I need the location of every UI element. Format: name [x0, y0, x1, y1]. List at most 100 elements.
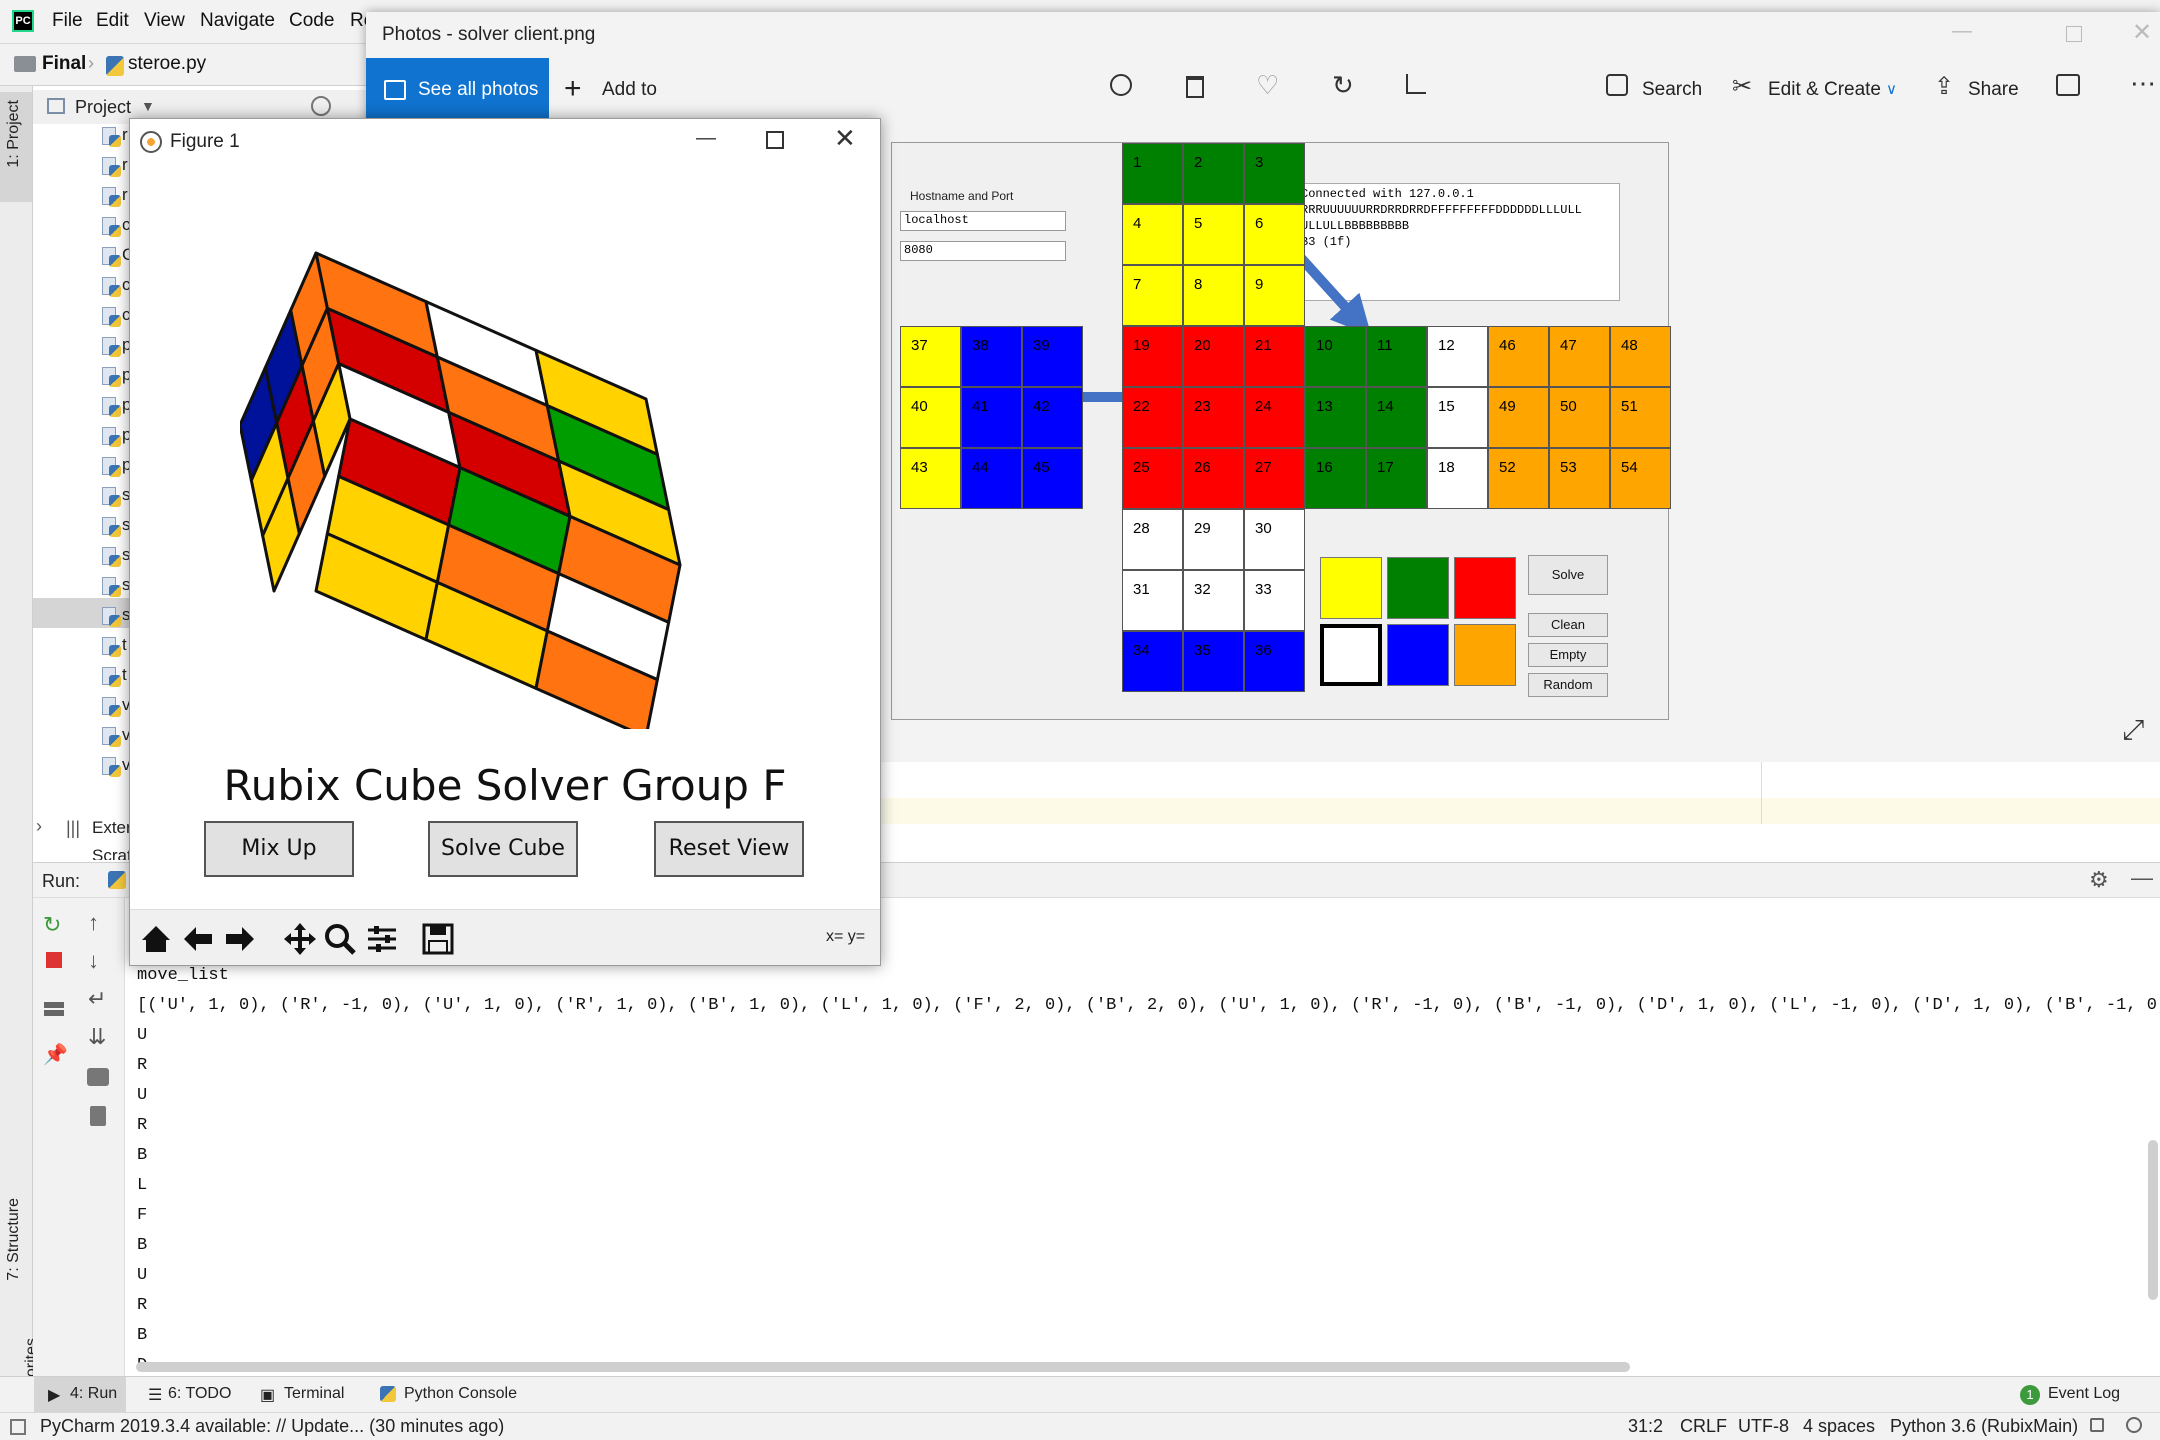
- tab-terminal[interactable]: Terminal: [284, 1385, 344, 1403]
- rotate-icon[interactable]: ↻: [1332, 70, 1354, 101]
- solve-cube-button[interactable]: Solve Cube: [428, 821, 578, 877]
- line-separator[interactable]: CRLF: [1680, 1416, 1727, 1437]
- project-file-item[interactable]: c: [100, 215, 131, 241]
- minimize-panel-icon[interactable]: —: [2131, 865, 2153, 891]
- project-file-item[interactable]: v: [100, 755, 131, 781]
- project-file-item[interactable]: p: [100, 395, 131, 421]
- menu-file[interactable]: File: [52, 10, 83, 32]
- search-button[interactable]: Search: [1642, 79, 1702, 101]
- tab-structure[interactable]: 7: Structure: [5, 1198, 23, 1281]
- chevron-down-icon[interactable]: ▼: [141, 98, 155, 114]
- menu-code[interactable]: Code: [289, 10, 334, 32]
- more-options-icon[interactable]: ⋯: [2130, 68, 2156, 99]
- soft-wrap-icon[interactable]: ↵: [88, 986, 106, 1012]
- cursor-position[interactable]: 31:2: [1628, 1416, 1663, 1437]
- tab-todo[interactable]: 6: TODO: [168, 1385, 231, 1403]
- forward-arrow-icon[interactable]: [222, 922, 258, 956]
- project-file-item[interactable]: r: [100, 155, 130, 181]
- project-file-item[interactable]: v: [100, 725, 131, 751]
- pan-icon[interactable]: [282, 922, 318, 956]
- python-interpreter[interactable]: Python 3.6 (RubixMain): [1890, 1416, 2078, 1437]
- pin-icon[interactable]: 📌: [43, 1042, 68, 1067]
- back-arrow-icon[interactable]: [180, 922, 216, 956]
- home-icon[interactable]: [138, 922, 174, 956]
- facelet-number: 3: [1255, 154, 1264, 171]
- trash-icon[interactable]: [90, 1106, 106, 1126]
- project-file-item[interactable]: p: [100, 455, 131, 481]
- menu-navigate[interactable]: Navigate: [200, 10, 275, 32]
- run-console[interactable]: move_list [('U', 1, 0), ('R', -1, 0), ('U…: [125, 898, 2160, 1376]
- project-file-item[interactable]: s: [100, 485, 131, 511]
- file-encoding[interactable]: UTF-8: [1738, 1416, 1789, 1437]
- arrow-down-icon[interactable]: ↓: [88, 948, 99, 974]
- project-file-item[interactable]: s: [100, 605, 131, 631]
- favorite-heart-icon[interactable]: ♡: [1256, 70, 1279, 101]
- external-libraries[interactable]: Exter: [92, 818, 132, 838]
- project-file-item[interactable]: c: [100, 305, 131, 331]
- tab-project[interactable]: 1: Project: [5, 100, 23, 168]
- project-file-item[interactable]: p: [100, 365, 131, 391]
- project-file-item[interactable]: C: [100, 245, 134, 271]
- reset-view-button[interactable]: Reset View: [654, 821, 804, 877]
- status-toggle-icon[interactable]: [10, 1419, 26, 1435]
- figure-minimize-button[interactable]: —: [696, 127, 716, 150]
- tab-python-console[interactable]: Python Console: [404, 1385, 517, 1403]
- see-all-photos-button[interactable]: See all photos: [366, 58, 549, 122]
- project-file-item[interactable]: t: [100, 635, 130, 661]
- project-file-item[interactable]: t: [100, 665, 130, 691]
- zoom-icon[interactable]: [1110, 74, 1132, 96]
- chevron-down-icon[interactable]: ∨: [1886, 80, 1897, 98]
- project-file-item[interactable]: p: [100, 335, 131, 361]
- zoom-rect-icon[interactable]: [322, 922, 358, 956]
- project-file-item[interactable]: c: [100, 275, 131, 301]
- crop-icon[interactable]: [1406, 74, 1426, 94]
- scratches[interactable]: Scrat: [92, 846, 132, 860]
- breadcrumb-file[interactable]: steroe.py: [128, 53, 206, 75]
- share-button[interactable]: Share: [1968, 79, 2019, 101]
- menu-view[interactable]: View: [144, 10, 185, 32]
- figure-close-button[interactable]: ✕: [834, 123, 856, 154]
- project-file-item[interactable]: s: [100, 575, 131, 601]
- project-title[interactable]: Project: [75, 97, 131, 118]
- rerun-icon[interactable]: ↻: [43, 912, 61, 938]
- project-file-item[interactable]: r: [100, 185, 130, 211]
- horizontal-scrollbar[interactable]: [136, 1362, 1630, 1372]
- fullscreen-expand-icon[interactable]: ⤢: [2122, 714, 2144, 747]
- breadcrumb-project[interactable]: Final: [42, 53, 86, 75]
- delete-icon[interactable]: [1186, 76, 1204, 98]
- print-icon[interactable]: [2056, 74, 2080, 96]
- project-file-item[interactable]: v: [100, 695, 131, 721]
- project-file-item[interactable]: r: [100, 125, 130, 151]
- lock-icon[interactable]: [2090, 1418, 2104, 1432]
- layout-icon[interactable]: [44, 1002, 64, 1016]
- python-icon: [109, 645, 121, 657]
- facelet-number: 18: [1438, 459, 1455, 476]
- photos-close-button[interactable]: ✕: [2132, 18, 2152, 47]
- locate-icon[interactable]: [311, 96, 331, 116]
- project-file-item[interactable]: s: [100, 545, 131, 571]
- mix-up-button[interactable]: Mix Up: [204, 821, 354, 877]
- save-icon[interactable]: [420, 922, 456, 956]
- tab-run[interactable]: 4: Run: [70, 1385, 117, 1403]
- edit-create-button[interactable]: Edit & Create: [1768, 79, 1881, 101]
- configure-subplots-icon[interactable]: [364, 922, 400, 956]
- menu-edit[interactable]: Edit: [96, 10, 129, 32]
- facelet-number: 19: [1133, 337, 1150, 354]
- status-message[interactable]: PyCharm 2019.3.4 available: // Update...…: [40, 1416, 504, 1437]
- project-file-item[interactable]: p: [100, 425, 131, 451]
- tab-event-log[interactable]: Event Log: [2048, 1385, 2120, 1403]
- print-icon[interactable]: [87, 1068, 109, 1086]
- stop-icon[interactable]: [46, 952, 62, 968]
- settings-gear-icon[interactable]: ⚙: [2089, 867, 2109, 893]
- vertical-scrollbar[interactable]: [2148, 1140, 2158, 1300]
- arrow-up-icon[interactable]: ↑: [88, 910, 99, 936]
- project-file-item[interactable]: s: [100, 515, 131, 541]
- expand-chevron-icon[interactable]: ›: [36, 816, 42, 837]
- scroll-end-icon[interactable]: ⇊: [88, 1024, 106, 1050]
- photos-maximize-button[interactable]: [2066, 26, 2082, 42]
- inspector-icon[interactable]: [2126, 1417, 2142, 1433]
- photos-minimize-button[interactable]: —: [1952, 20, 1972, 43]
- add-to-button[interactable]: Add to: [602, 79, 657, 101]
- figure-maximize-button[interactable]: [766, 131, 784, 149]
- indent-setting[interactable]: 4 spaces: [1803, 1416, 1875, 1437]
